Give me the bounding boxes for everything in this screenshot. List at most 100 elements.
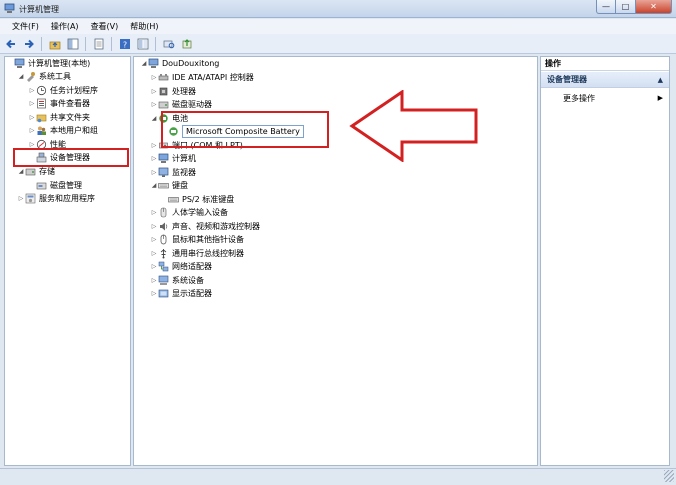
expand-arrow-icon[interactable]: ▷: [150, 223, 158, 230]
computer-management-app-icon: [4, 3, 15, 14]
disk-management-icon: [36, 180, 47, 191]
device-manager-highlight-box: [13, 148, 129, 167]
collapse-arrow-icon[interactable]: ◢: [150, 182, 158, 189]
expand-arrow-icon[interactable]: ▷: [150, 88, 158, 95]
tree-item-10[interactable]: ▷ 服务和应用程序: [17, 192, 95, 205]
device-item-0[interactable]: ▷ IDE ATA/ATAPI 控制器: [150, 71, 254, 84]
expand-arrow-icon[interactable]: ▷: [28, 141, 36, 148]
collapse-arrow-icon[interactable]: ◢: [17, 168, 25, 175]
device-item-7[interactable]: ▷ 监视器: [150, 166, 196, 179]
expand-arrow-icon[interactable]: ▷: [150, 250, 158, 257]
expand-arrow-icon[interactable]: ▷: [150, 74, 158, 81]
menu-help[interactable]: 帮助(H): [124, 19, 164, 34]
device-item-13-label: 通用串行总线控制器: [172, 248, 244, 258]
device-item-1-label: 处理器: [172, 86, 196, 96]
device-item-9-label: PS/2 标准键盘: [182, 194, 235, 204]
tree-item-5-label: 本地用户和组: [50, 126, 98, 135]
tree-item-1[interactable]: ◢ 系统工具: [17, 70, 71, 83]
status-bar: [0, 468, 676, 485]
computer-management-icon: [14, 58, 25, 69]
expand-arrow-icon[interactable]: ▷: [150, 290, 158, 297]
view-icon[interactable]: [135, 36, 150, 51]
toolbar-separator: [85, 36, 86, 51]
tree-item-10-label: 服务和应用程序: [39, 194, 95, 203]
tree-item-3-label: 事件查看器: [50, 99, 90, 108]
hid-icon: [158, 207, 169, 218]
device-item-13[interactable]: ▷ 通用串行总线控制器: [150, 247, 244, 260]
close-button[interactable]: ✕: [636, 0, 672, 14]
minimize-button[interactable]: —: [596, 0, 616, 14]
back-icon[interactable]: [3, 36, 18, 51]
device-item-12-label: 鼠标和其他指针设备: [172, 235, 244, 244]
expand-arrow-icon[interactable]: ▷: [150, 236, 158, 243]
expand-arrow-icon[interactable]: ▷: [28, 127, 36, 134]
device-item-14[interactable]: ▷ 网络适配器: [150, 260, 212, 273]
collapse-arrow-icon[interactable]: ◢: [140, 60, 148, 67]
device-item-8[interactable]: ◢ 键盘: [150, 179, 188, 192]
tree-item-2-label: 任务计划程序: [50, 86, 98, 95]
collapse-arrow-icon[interactable]: ◢: [150, 115, 158, 122]
device-item-10[interactable]: ▷ 人体学输入设备: [150, 206, 228, 219]
expand-arrow-icon[interactable]: ▷: [17, 195, 25, 202]
task-scheduler-icon: [36, 85, 47, 96]
tree-item-5[interactable]: ▷ 本地用户和组: [28, 124, 98, 137]
expand-arrow-icon[interactable]: ▷: [150, 209, 158, 216]
tree-item-4-label: 共享文件夹: [50, 113, 90, 122]
more-actions-item[interactable]: 更多操作 ▶: [563, 92, 669, 105]
device-item-10-label: 人体学输入设备: [172, 208, 228, 217]
update-driver-icon[interactable]: [179, 36, 194, 51]
actions-section-label: 设备管理器: [547, 75, 587, 84]
tree-item-1-label: 系统工具: [39, 72, 71, 81]
resize-grip[interactable]: [664, 470, 674, 482]
expand-arrow-icon[interactable]: ▷: [28, 100, 36, 107]
device-item-6[interactable]: ▷ 计算机: [150, 152, 196, 165]
expand-arrow-icon[interactable]: ▷: [28, 114, 36, 121]
collapse-arrow-icon[interactable]: ▲: [658, 72, 663, 88]
tree-item-4[interactable]: ▷ 共享文件夹: [28, 111, 90, 124]
device-item-9[interactable]: PS/2 标准键盘: [160, 193, 234, 206]
device-item-12[interactable]: ▷ 鼠标和其他指针设备: [150, 233, 244, 246]
forward-icon[interactable]: [21, 36, 36, 51]
tree-item-0[interactable]: 计算机管理(本地): [6, 57, 90, 70]
expand-arrow-icon[interactable]: ▷: [150, 277, 158, 284]
toolbar-separator: [111, 36, 112, 51]
device-tree-root[interactable]: ◢ DouDouxitong: [140, 57, 219, 70]
window-title: 计算机管理: [19, 5, 59, 14]
help-icon[interactable]: ?: [117, 36, 132, 51]
tree-item-9[interactable]: 磁盘管理: [28, 179, 82, 192]
storage-icon: [25, 166, 36, 177]
tree-item-3[interactable]: ▷ 事件查看器: [28, 97, 90, 110]
ide-controller-icon: [158, 72, 169, 83]
maximize-button[interactable]: □: [616, 0, 636, 14]
device-item-0-label: IDE ATA/ATAPI 控制器: [172, 73, 254, 82]
svg-text:?: ?: [122, 40, 126, 49]
expand-arrow-icon[interactable]: ▷: [150, 101, 158, 108]
show-tree-icon[interactable]: [65, 36, 80, 51]
local-users-icon: [36, 125, 47, 136]
root-computer-icon: [148, 58, 159, 69]
services-apps-icon: [25, 193, 36, 204]
collapse-arrow-icon[interactable]: ◢: [17, 73, 25, 80]
device-item-16[interactable]: ▷ 显示适配器: [150, 287, 212, 300]
expand-arrow-icon[interactable]: ▷: [28, 87, 36, 94]
menu-view[interactable]: 查看(V): [85, 19, 125, 34]
device-item-1[interactable]: ▷ 处理器: [150, 85, 196, 98]
expand-arrow-icon[interactable]: ▷: [150, 155, 158, 162]
battery-highlight-box: [161, 111, 329, 148]
expand-arrow-icon[interactable]: ▷: [150, 169, 158, 176]
expand-arrow-icon[interactable]: ▷: [150, 142, 158, 149]
up-folder-icon[interactable]: [47, 36, 62, 51]
menu-file[interactable]: 文件(F): [6, 19, 45, 34]
menu-action[interactable]: 操作(A): [45, 19, 85, 34]
tree-item-8-label: 存储: [39, 167, 55, 176]
expand-arrow-icon[interactable]: ▷: [150, 263, 158, 270]
toolbar: ?: [0, 34, 676, 54]
device-item-15[interactable]: ▷ 系统设备: [150, 274, 204, 287]
tree-item-2[interactable]: ▷ 任务计划程序: [28, 84, 98, 97]
actions-section-device-manager[interactable]: 设备管理器 ▲: [541, 72, 669, 88]
device-item-11[interactable]: ▷ 声音、视频和游戏控制器: [150, 220, 260, 233]
properties-icon[interactable]: [91, 36, 106, 51]
device-item-2[interactable]: ▷ 磁盘驱动器: [150, 98, 212, 111]
event-viewer-icon: [36, 98, 47, 109]
scan-hardware-icon[interactable]: [161, 36, 176, 51]
